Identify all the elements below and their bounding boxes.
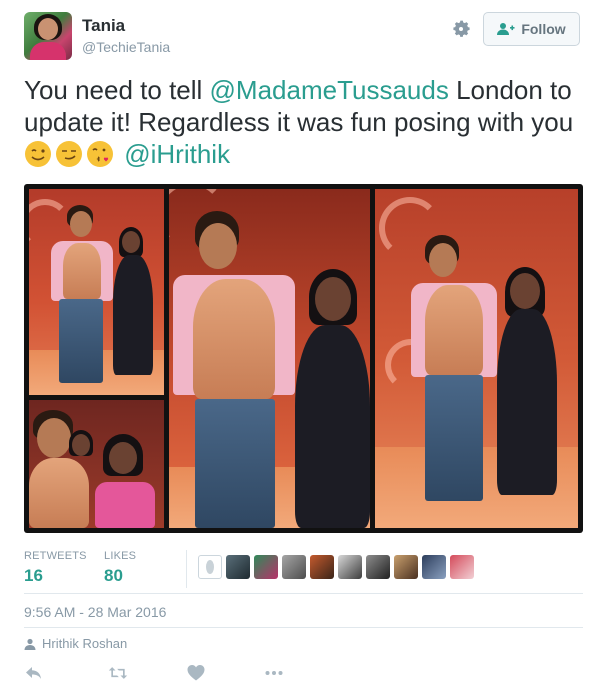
smirking-face-icon [56,141,82,167]
mention-madametussauds[interactable]: @MadameTussauds [210,75,449,105]
liker-avatar[interactable] [366,555,390,579]
retweets-count[interactable]: 16 [24,566,43,586]
media-tag[interactable]: Hrithik Roshan [24,636,127,651]
liker-avatar[interactable] [254,555,278,579]
more-icon[interactable] [264,663,284,683]
photo-2[interactable] [29,400,164,528]
tweet-text: You need to tell @MadameTussauds London … [24,75,574,169]
likes-label: LIKES [104,550,137,562]
add-user-icon [497,23,515,35]
media-tag-label: Hrithik Roshan [42,636,128,651]
photo-3[interactable] [169,189,370,528]
winking-face-icon [25,141,51,167]
gear-icon[interactable] [450,18,472,40]
person-icon [24,638,36,650]
mention-ihrithik[interactable]: @iHrithik [124,139,230,169]
liker-avatar[interactable] [394,555,418,579]
liker-avatar[interactable] [282,555,306,579]
liker-avatar[interactable] [422,555,446,579]
photo-grid[interactable] [24,184,583,533]
user-name[interactable]: Tania [82,16,125,36]
follow-label: Follow [521,21,566,37]
liker-avatar[interactable] [310,555,334,579]
heart-icon[interactable] [186,663,206,683]
divider [24,593,583,594]
retweet-icon[interactable] [108,663,128,683]
likes-count[interactable]: 80 [104,566,123,586]
divider [24,627,583,628]
liker-avatars [198,555,474,579]
liker-avatar[interactable] [338,555,362,579]
liker-avatar[interactable] [450,555,474,579]
photo-1[interactable] [29,189,164,395]
liker-avatar[interactable] [226,555,250,579]
follow-button[interactable]: Follow [483,12,580,46]
user-handle[interactable]: @TechieTania [82,39,170,55]
photo-4[interactable] [375,189,578,528]
timestamp[interactable]: 9:56 AM - 28 Mar 2016 [24,604,166,620]
avatar[interactable] [24,12,72,60]
face-blowing-kiss-icon [87,141,113,167]
stats-divider [186,550,187,588]
reply-icon[interactable] [24,663,44,683]
liker-avatar[interactable] [198,555,222,579]
retweets-label: RETWEETS [24,550,87,562]
